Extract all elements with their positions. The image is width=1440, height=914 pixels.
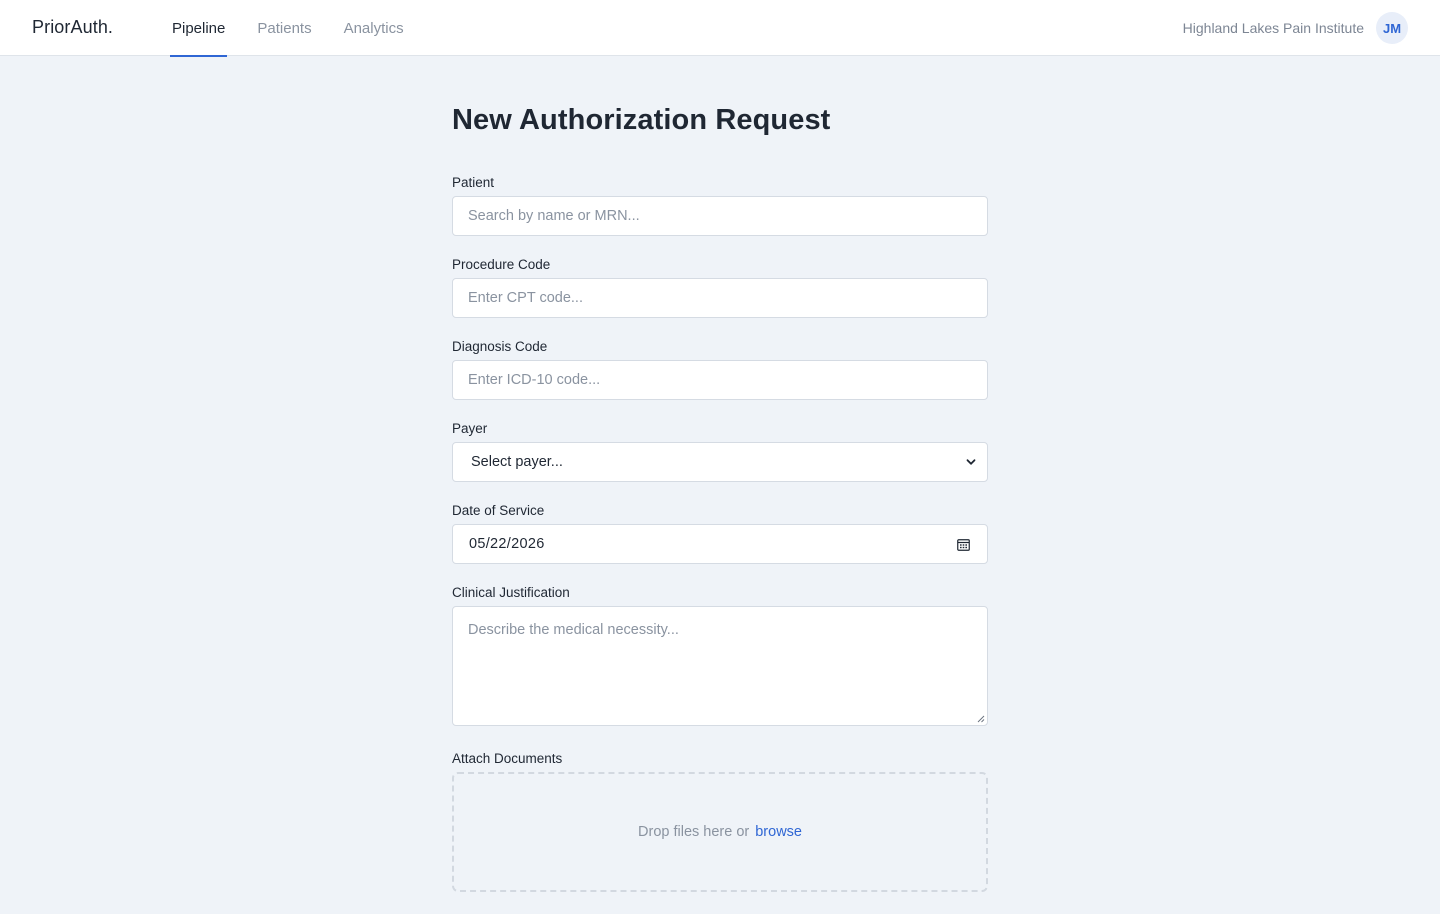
procedure-code-field: Procedure Code Enter CPT code... [452, 258, 988, 318]
procedure-code-input[interactable]: Enter CPT code... [452, 278, 988, 318]
tab-patients[interactable]: Patients [255, 0, 313, 56]
payer-selected-value: Select payer... [471, 454, 563, 470]
tab-analytics[interactable]: Analytics [342, 0, 406, 56]
date-of-service-input[interactable]: 05/22/2026 [452, 524, 988, 564]
diagnosis-code-input[interactable]: Enter ICD-10 code... [452, 360, 988, 400]
clinical-justification-label: Clinical Justification [452, 585, 570, 600]
main-nav: Pipeline Patients Analytics [170, 0, 434, 57]
diagnosis-code-field: Diagnosis Code Enter ICD-10 code... [452, 340, 988, 400]
tab-pipeline[interactable]: Pipeline [170, 0, 228, 57]
organization-name: Highland Lakes Pain Institute [1182, 20, 1364, 36]
procedure-code-placeholder: Enter CPT code... [468, 290, 583, 306]
procedure-code-label: Procedure Code [452, 257, 551, 272]
page-title: New Authorization Request [452, 104, 831, 136]
clinical-justification-field: Clinical Justification Describe the medi… [452, 586, 988, 726]
patient-placeholder: Search by name or MRN... [468, 208, 640, 224]
chevron-down-icon [966, 459, 976, 465]
payer-select[interactable]: Select payer... [452, 442, 988, 482]
clinical-justification-textarea[interactable]: Describe the medical necessity... [452, 606, 988, 726]
calendar-icon[interactable] [957, 538, 970, 551]
date-of-service-field: Date of Service 05/22/2026 [452, 504, 988, 564]
patient-field: Patient Search by name or MRN... [452, 176, 988, 236]
date-of-service-label: Date of Service [452, 503, 545, 518]
file-dropzone[interactable]: Drop files here or browse [452, 772, 988, 892]
diagnosis-code-label: Diagnosis Code [452, 339, 548, 354]
clinical-justification-placeholder: Describe the medical necessity... [468, 622, 679, 638]
date-of-service-value: 05/22/2026 [469, 536, 545, 552]
app-logo[interactable]: PriorAuth. [32, 17, 113, 38]
payer-label: Payer [452, 421, 488, 436]
patient-label: Patient [452, 175, 495, 190]
user-avatar[interactable]: JM [1376, 12, 1408, 44]
browse-link[interactable]: browse [755, 824, 802, 840]
resize-grip-icon[interactable] [977, 715, 985, 723]
attach-documents-label: Attach Documents [452, 751, 563, 766]
attach-documents-field: Attach Documents Drop files here or brow… [452, 752, 988, 892]
dropzone-text: Drop files here or [638, 824, 750, 840]
authorization-request-form: New Authorization Request Patient Search… [452, 104, 988, 914]
diagnosis-code-placeholder: Enter ICD-10 code... [468, 372, 601, 388]
top-navigation-bar: PriorAuth. Pipeline Patients Analytics H… [0, 0, 1440, 57]
payer-field: Payer Select payer... [452, 422, 988, 482]
patient-search-input[interactable]: Search by name or MRN... [452, 196, 988, 236]
